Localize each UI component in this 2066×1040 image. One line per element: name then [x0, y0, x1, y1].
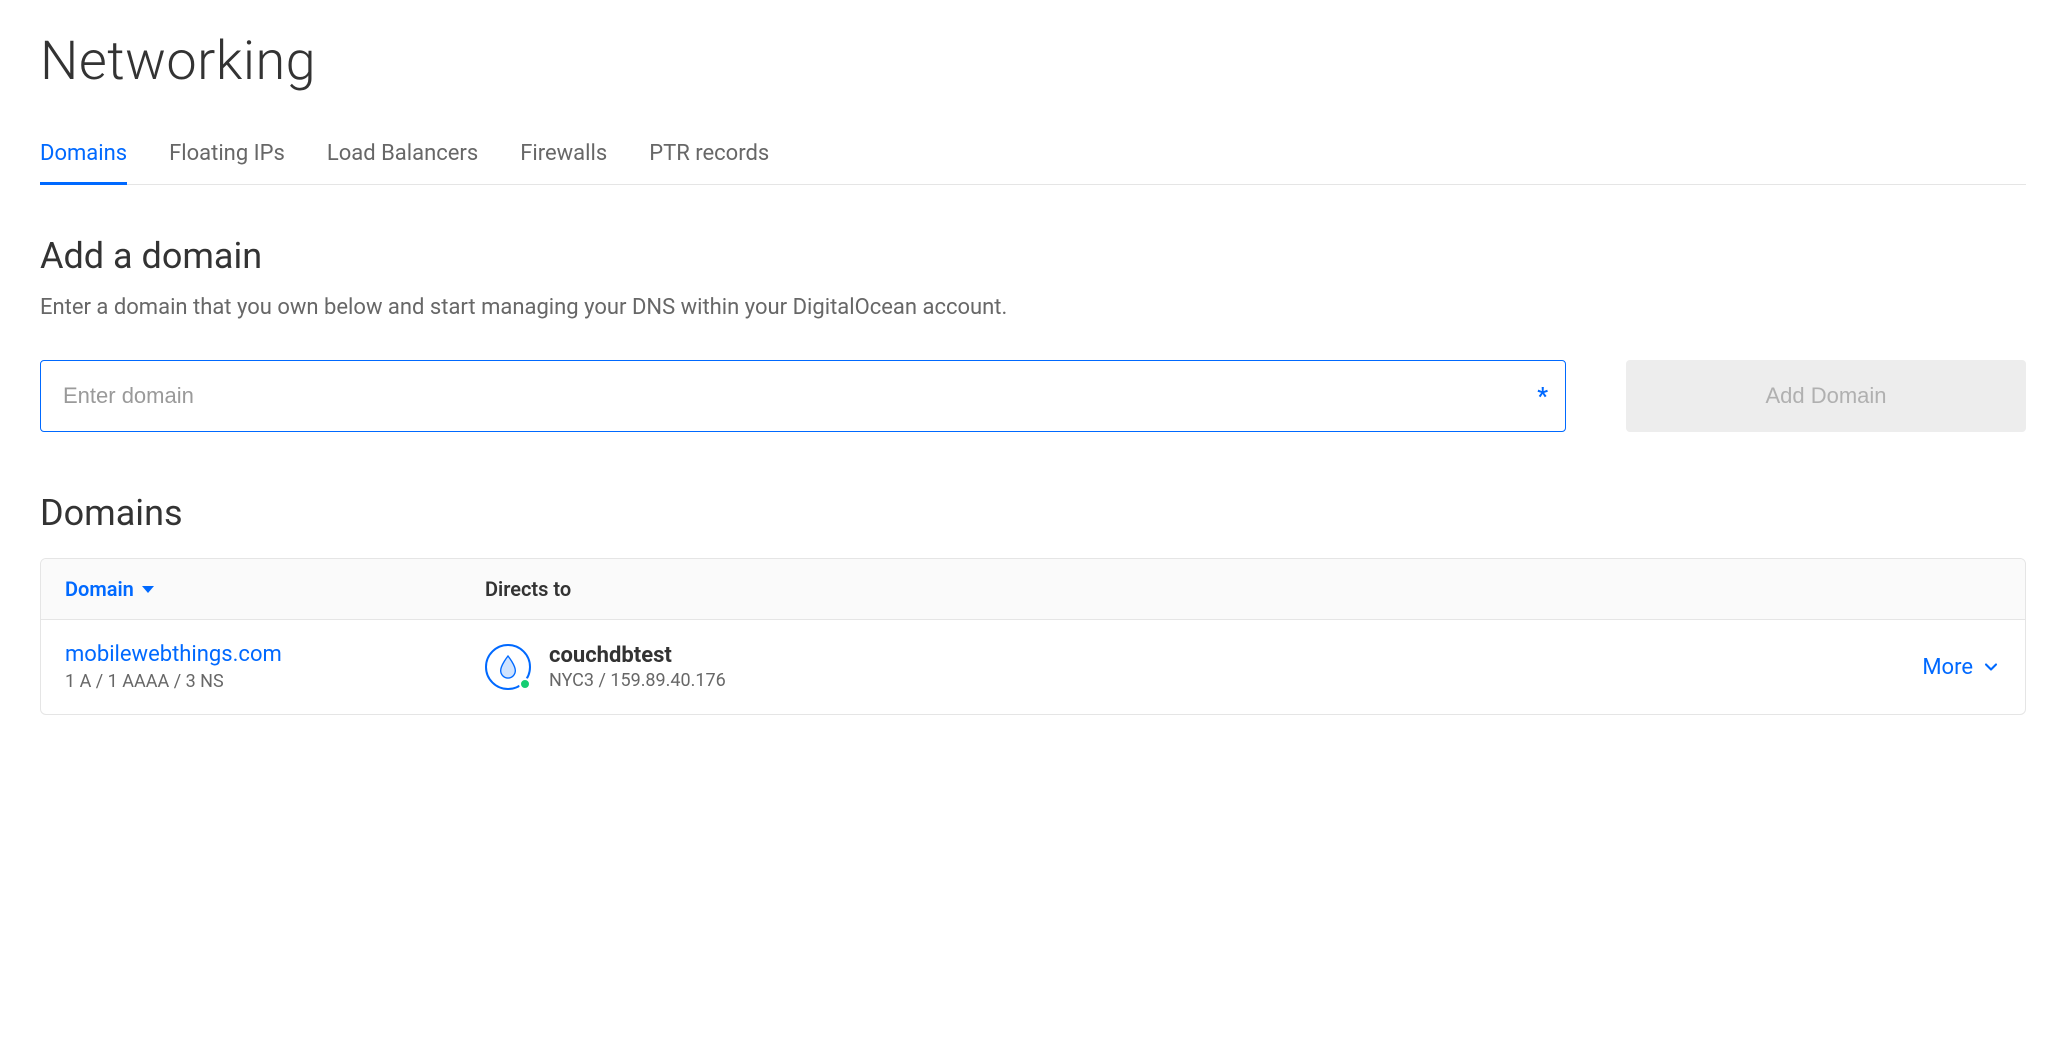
- droplet-info: couchdbtest NYC3 / 159.89.40.176: [549, 643, 726, 691]
- droplet-meta: NYC3 / 159.89.40.176: [549, 670, 726, 691]
- tab-ptr-records[interactable]: PTR records: [649, 141, 769, 185]
- add-domain-description: Enter a domain that you own below and st…: [40, 295, 2026, 320]
- water-drop-icon: [497, 654, 519, 680]
- domains-list-heading: Domains: [40, 492, 2026, 534]
- row-more-menu[interactable]: More: [1922, 655, 2001, 680]
- row-more-label: More: [1922, 655, 1973, 680]
- column-header-directs-to: Directs to: [485, 577, 571, 601]
- cell-directs-to: couchdbtest NYC3 / 159.89.40.176: [485, 643, 1922, 691]
- add-domain-button[interactable]: Add Domain: [1626, 360, 2026, 432]
- domain-input-wrap: *: [40, 360, 1566, 432]
- add-domain-row: * Add Domain: [40, 360, 2026, 432]
- sort-caret-down-icon: [142, 586, 154, 593]
- tab-floating-ips[interactable]: Floating IPs: [169, 141, 285, 185]
- column-header-domain[interactable]: Domain: [65, 577, 485, 601]
- cell-domain: mobilewebthings.com 1 A / 1 AAAA / 3 NS: [65, 642, 485, 692]
- add-domain-heading: Add a domain: [40, 235, 2026, 277]
- page-title: Networking: [40, 30, 2026, 93]
- column-header-domain-label: Domain: [65, 577, 134, 601]
- domain-records-summary: 1 A / 1 AAAA / 3 NS: [65, 671, 485, 692]
- droplet-icon: [485, 644, 531, 690]
- status-dot-icon: [519, 678, 531, 690]
- tab-load-balancers[interactable]: Load Balancers: [327, 141, 478, 185]
- domain-input[interactable]: [40, 360, 1566, 432]
- table-row: mobilewebthings.com 1 A / 1 AAAA / 3 NS …: [41, 620, 2025, 714]
- domain-link[interactable]: mobilewebthings.com: [65, 642, 485, 667]
- tab-domains[interactable]: Domains: [40, 141, 127, 185]
- tab-firewalls[interactable]: Firewalls: [520, 141, 607, 185]
- chevron-down-icon: [1981, 657, 2001, 677]
- tabs-nav: Domains Floating IPs Load Balancers Fire…: [40, 141, 2026, 185]
- required-star-icon: *: [1537, 382, 1548, 410]
- table-header: Domain Directs to: [41, 559, 2025, 620]
- domains-table: Domain Directs to mobilewebthings.com 1 …: [40, 558, 2026, 715]
- droplet-name: couchdbtest: [549, 643, 726, 668]
